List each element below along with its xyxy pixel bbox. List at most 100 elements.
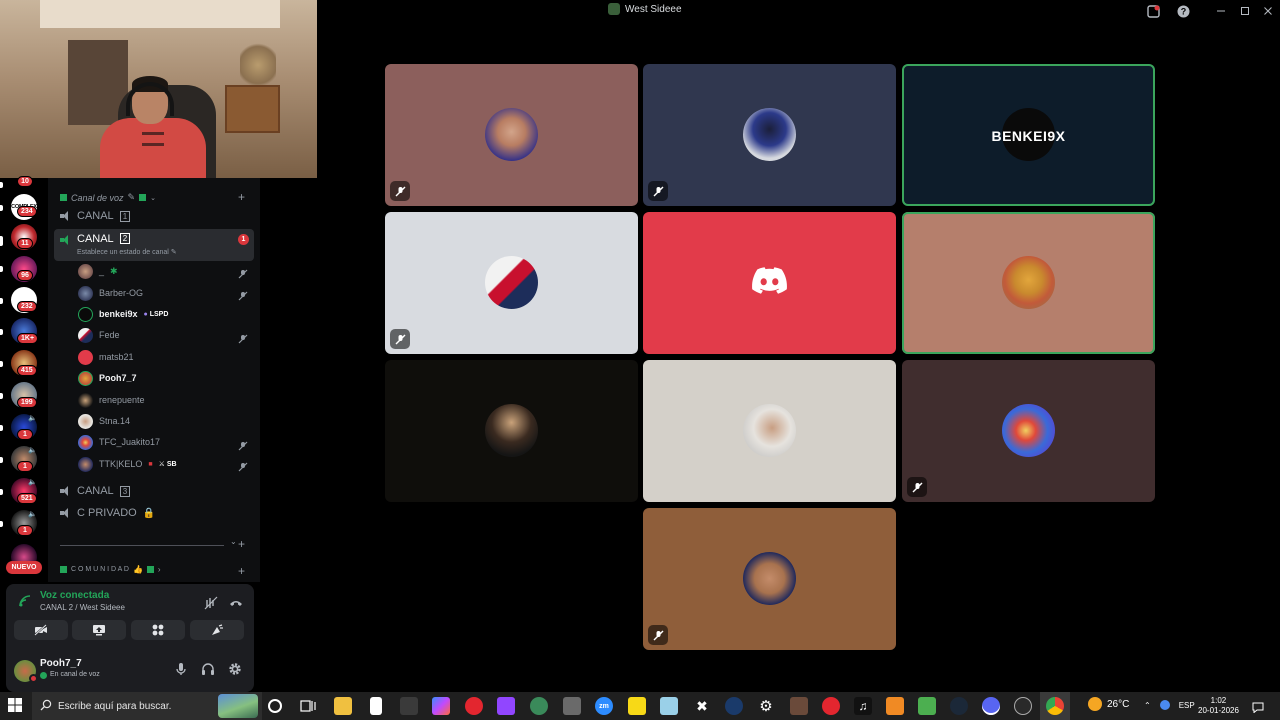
notifications-icon[interactable] bbox=[1252, 700, 1264, 714]
app-icon[interactable] bbox=[1014, 697, 1032, 715]
help-icon[interactable]: ? bbox=[1174, 2, 1192, 20]
task-view-icon[interactable] bbox=[300, 698, 316, 714]
language-indicator[interactable]: ESP bbox=[1179, 701, 1195, 710]
weather-widget[interactable]: 26°C bbox=[1088, 697, 1129, 711]
settings-gear-icon[interactable]: ⚙ bbox=[757, 697, 775, 715]
member-avatar bbox=[78, 349, 93, 365]
participant-tile[interactable] bbox=[643, 508, 896, 650]
camera-toggle-button[interactable] bbox=[14, 620, 68, 640]
member-avatar bbox=[78, 327, 93, 343]
minecraft-icon[interactable] bbox=[918, 697, 936, 715]
voice-member[interactable]: _ ✱ bbox=[78, 262, 118, 280]
participant-tile-speaking[interactable] bbox=[902, 212, 1155, 354]
participant-tile[interactable] bbox=[902, 360, 1155, 502]
app-icon[interactable] bbox=[660, 697, 678, 715]
microphone-icon[interactable] bbox=[174, 662, 190, 678]
chevron-down-icon[interactable]: ⌄ bbox=[230, 537, 237, 546]
category-comunidad[interactable]: C O M U N I D A D 👍 › bbox=[60, 565, 161, 574]
participant-avatar bbox=[485, 108, 538, 161]
app-icon[interactable] bbox=[725, 697, 743, 715]
member-tag: ⚔ SB bbox=[159, 460, 177, 468]
participant-tile[interactable] bbox=[385, 360, 638, 502]
file-explorer-icon[interactable] bbox=[334, 697, 352, 715]
voice-location[interactable]: CANAL 2 / West Sideee bbox=[40, 603, 125, 612]
voice-member[interactable]: Fede bbox=[78, 326, 120, 344]
activities-button[interactable] bbox=[131, 620, 185, 640]
copilot-icon[interactable] bbox=[432, 697, 450, 715]
minimize-icon[interactable] bbox=[1212, 2, 1230, 20]
webcam-person-shirt bbox=[100, 118, 206, 178]
channel-c-privado[interactable]: C PRIVADO 🔒 bbox=[54, 503, 254, 523]
noise-suppression-icon[interactable] bbox=[204, 596, 218, 610]
green-square-icon bbox=[139, 194, 147, 201]
app-icon[interactable] bbox=[563, 697, 581, 715]
close-icon[interactable] bbox=[1259, 2, 1277, 20]
temperature: 26°C bbox=[1107, 698, 1130, 710]
add-channel-icon[interactable]: + bbox=[238, 537, 245, 551]
zoom-icon[interactable]: zm bbox=[595, 697, 613, 715]
sticky-notes-icon[interactable] bbox=[628, 697, 646, 715]
settings-gear-icon[interactable] bbox=[228, 662, 244, 678]
clock-time: 1:02 bbox=[1210, 696, 1227, 705]
channel-canal-2[interactable]: CANAL 2 bbox=[54, 229, 254, 261]
chevron-up-icon[interactable]: ⌃ bbox=[1144, 701, 1151, 710]
webcam-plant bbox=[240, 40, 276, 90]
member-tag-text: LSPD bbox=[149, 310, 169, 318]
app-icon[interactable] bbox=[465, 697, 483, 715]
participant-tile-speaking[interactable]: BENKEI9X bbox=[902, 64, 1155, 206]
flag-icon: ■ bbox=[148, 460, 153, 468]
soundboard-button[interactable] bbox=[190, 620, 244, 640]
category-voice[interactable]: Canal de voz ✎ ⌄ bbox=[60, 192, 156, 203]
voice-member[interactable]: TTK|KELO ■ ⚔ SB bbox=[78, 455, 177, 473]
add-channel-icon[interactable]: + bbox=[238, 190, 245, 204]
headphones-icon[interactable] bbox=[201, 662, 217, 678]
server-badge: 1 bbox=[17, 429, 33, 440]
participant-tile[interactable] bbox=[643, 360, 896, 502]
voice-member[interactable]: matsb21 bbox=[78, 348, 134, 366]
search-icon bbox=[40, 699, 54, 713]
new-servers-badge[interactable]: NUEVO bbox=[6, 561, 42, 574]
twitch-icon[interactable] bbox=[497, 697, 515, 715]
voice-member[interactable]: TFC_Juakito17 bbox=[78, 433, 160, 451]
participant-tile[interactable] bbox=[643, 212, 896, 354]
server-unread-pill bbox=[0, 266, 3, 272]
chrome-icon[interactable] bbox=[1046, 697, 1064, 715]
participant-tile[interactable] bbox=[385, 212, 638, 354]
taskbar-search[interactable]: Escribe aquí para buscar. bbox=[32, 692, 262, 720]
disconnect-icon[interactable] bbox=[229, 596, 243, 610]
windows-start-icon[interactable] bbox=[8, 698, 24, 714]
voice-member[interactable]: Barber-OG bbox=[78, 284, 143, 302]
app-icon[interactable] bbox=[400, 697, 418, 715]
participant-avatar-text: BENKEI9X bbox=[991, 128, 1066, 144]
maximize-icon[interactable] bbox=[1236, 2, 1254, 20]
network-icon[interactable] bbox=[1159, 700, 1170, 710]
capcut-icon[interactable]: ✖ bbox=[693, 697, 711, 715]
voice-member[interactable]: renepuente bbox=[78, 391, 145, 409]
voice-member[interactable]: Stna.14 bbox=[78, 412, 130, 430]
app-icon[interactable] bbox=[886, 697, 904, 715]
tiktok-icon[interactable]: ♫ bbox=[854, 697, 872, 715]
channel-status[interactable]: Establece un estado de canal ✎ bbox=[77, 248, 177, 256]
steam-icon[interactable] bbox=[950, 697, 968, 715]
participant-tile[interactable] bbox=[643, 64, 896, 206]
notepad-icon[interactable] bbox=[370, 697, 382, 715]
participant-avatar bbox=[1002, 404, 1055, 457]
screen-share-button[interactable] bbox=[72, 620, 126, 640]
inbox-icon[interactable] bbox=[1144, 2, 1162, 20]
cortana-icon[interactable] bbox=[268, 699, 282, 713]
clock[interactable]: 1:02 20-01-2026 bbox=[1198, 696, 1239, 716]
voice-member[interactable]: Pooh7_7 bbox=[78, 369, 137, 387]
opera-icon[interactable] bbox=[822, 697, 840, 715]
participant-tile[interactable] bbox=[385, 64, 638, 206]
server-badge: 11 bbox=[17, 238, 33, 249]
channel-canal-3[interactable]: CANAL 3 bbox=[54, 481, 254, 501]
member-status-emoji: ✱ bbox=[110, 265, 118, 276]
channel-canal-1[interactable]: CANAL 1 bbox=[54, 206, 254, 226]
app-icon[interactable] bbox=[790, 697, 808, 715]
add-channel-icon[interactable]: + bbox=[238, 564, 245, 578]
app-icon[interactable] bbox=[530, 697, 548, 715]
voice-member[interactable]: benkei9x ● LSPD bbox=[78, 305, 168, 323]
discord-icon[interactable] bbox=[982, 697, 1000, 715]
voice-status-label[interactable]: Voz conectada bbox=[40, 590, 109, 601]
user-name[interactable]: Pooh7_7 bbox=[40, 658, 82, 669]
